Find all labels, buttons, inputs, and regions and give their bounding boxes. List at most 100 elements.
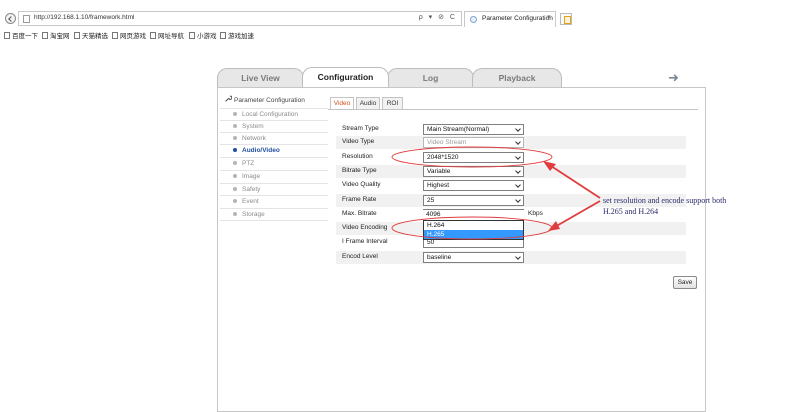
chevron-down-icon: [515, 182, 521, 188]
tab-label: Audio: [359, 100, 377, 107]
video-encoding-option-h265[interactable]: H.265: [424, 230, 523, 239]
sidebar-item-system[interactable]: System: [220, 120, 328, 132]
favorite-link[interactable]: 百度一下: [4, 30, 38, 40]
favorite-label: 网址导航: [158, 33, 184, 40]
encod-level-row: Encod Level baseline: [336, 251, 686, 264]
favorite-link[interactable]: 天猫精选: [74, 30, 108, 40]
favorite-label: 淘宝网: [50, 33, 70, 40]
encod-level-label: Encod Level: [342, 253, 378, 260]
video-quality-value: Highest: [427, 182, 450, 189]
max-bitrate-label: Max. Bitrate: [342, 210, 377, 217]
favorite-label: 天猫精选: [82, 33, 108, 40]
video-type-row: Video Type Video Stream: [336, 136, 686, 149]
bitrate-type-select[interactable]: Variable: [423, 166, 524, 177]
sidebar-item-network[interactable]: Network: [220, 132, 328, 144]
resolution-label: Resolution: [342, 153, 373, 160]
stream-type-row: Stream Type Main Stream(Normal): [336, 123, 686, 136]
resolution-select[interactable]: 2048*1520: [423, 152, 524, 163]
favorite-label: 网页游戏: [120, 33, 146, 40]
sidebar-item-label: Safety: [242, 186, 261, 193]
sidebar-item-label: Network: [242, 135, 266, 142]
max-bitrate-unit: Kbps: [528, 210, 543, 217]
sidebar-item-label: Image: [242, 173, 261, 180]
bullet-icon: [233, 212, 237, 216]
stream-type-value: Main Stream(Normal): [427, 126, 490, 133]
sidebar-title-text: Parameter Configuration: [234, 97, 305, 104]
bitrate-type-label: Bitrate Type: [342, 167, 377, 174]
video-quality-row: Video Quality Highest: [336, 179, 686, 192]
page-icon: [112, 32, 118, 39]
frame-rate-select[interactable]: 25: [423, 195, 524, 206]
tab-configuration[interactable]: Configuration: [302, 67, 389, 87]
frame-rate-label: Frame Rate: [342, 196, 377, 203]
sidebar-item-local-configuration[interactable]: Local Configuration: [220, 108, 328, 120]
chevron-down-icon: [515, 154, 521, 160]
bullet-icon: [233, 112, 237, 116]
sidebar-item-ptz[interactable]: PTZ: [220, 157, 328, 169]
video-encoding-label: Video Encoding: [342, 224, 388, 231]
tab-label: Video: [333, 100, 351, 107]
sidebar-item-event[interactable]: Event: [220, 195, 328, 207]
page-icon: [23, 15, 30, 23]
sidebar-item-label: Event: [242, 198, 259, 205]
save-button[interactable]: Save: [673, 276, 697, 289]
sidebar-item-audio-video[interactable]: Audio/Video: [220, 144, 328, 156]
sidebar-item-label: System: [242, 123, 264, 130]
favorite-link[interactable]: 淘宝网: [42, 30, 70, 40]
bullet-icon: [233, 124, 237, 128]
page-icon: [4, 32, 10, 39]
bullet-icon: [233, 174, 237, 178]
video-type-label: Video Type: [342, 138, 375, 145]
new-tab-icon[interactable]: [560, 13, 572, 25]
favorite-link[interactable]: 网页游戏: [112, 30, 146, 40]
favorite-link[interactable]: 小游戏: [189, 30, 217, 40]
video-encoding-option-h264[interactable]: H.264: [424, 221, 523, 230]
favorite-label: 游戏加速: [228, 33, 254, 40]
resolution-row: Resolution 2048*1520: [336, 151, 686, 164]
page-icon: [220, 32, 226, 39]
favorite-link[interactable]: 网址导航: [150, 30, 184, 40]
video-settings-panel: Video Audio ROI Stream Type Main Stream(…: [328, 96, 698, 406]
sidebar-item-image[interactable]: Image: [220, 170, 328, 182]
sidebar-item-label: Audio/Video: [242, 147, 280, 154]
tab-roi[interactable]: ROI: [382, 97, 403, 109]
sidebar-item-storage[interactable]: Storage: [220, 208, 328, 220]
sidebar-item-safety[interactable]: Safety: [220, 183, 328, 195]
url-field[interactable]: http://192.168.1.10/framework.html ρ ▾ ⊘…: [18, 11, 462, 26]
close-tab-icon[interactable]: ×: [547, 14, 551, 21]
i-frame-interval-label: I Frame Interval: [342, 238, 388, 245]
stream-type-select[interactable]: Main Stream(Normal): [423, 124, 524, 135]
sidebar-item-label: Local Configuration: [242, 111, 299, 118]
page-icon: [150, 32, 156, 39]
chevron-down-icon: [515, 197, 521, 203]
favorites-bar: 百度一下 淘宝网 天猫精选 网页游戏 网址导航 小游戏 游戏加速: [0, 30, 800, 42]
bullet-icon: [233, 187, 237, 191]
video-encoding-dropdown-list[interactable]: H.264 H.265: [423, 220, 524, 240]
encod-level-select[interactable]: baseline: [423, 252, 524, 263]
bullet-icon: [233, 148, 237, 152]
chevron-down-icon: [515, 126, 521, 132]
tab-label: ROI: [386, 100, 399, 107]
page-icon: [189, 32, 195, 39]
save-button-label: Save: [677, 279, 693, 286]
encod-level-value: baseline: [427, 254, 452, 261]
video-quality-label: Video Quality: [342, 181, 381, 188]
tab-audio[interactable]: Audio: [356, 97, 380, 109]
sidebar-item-label: PTZ: [242, 160, 255, 167]
browser-tab[interactable]: Parameter Configuration ×: [464, 11, 556, 27]
video-quality-select[interactable]: Highest: [423, 180, 524, 191]
bullet-icon: [233, 136, 237, 140]
back-icon[interactable]: [5, 13, 16, 24]
max-bitrate-input[interactable]: 4096: [423, 209, 524, 220]
tab-favicon-icon: [470, 16, 477, 23]
chevron-down-icon: [515, 254, 521, 260]
tab-label: Configuration: [317, 72, 374, 82]
url-controls[interactable]: ρ ▾ ⊘ C: [419, 13, 457, 21]
sidebar-item-label: Storage: [242, 211, 265, 218]
i-frame-interval-value: 50: [427, 239, 435, 246]
favorite-link[interactable]: 游戏加速: [220, 30, 254, 40]
sidebar: Parameter Configuration Local Configurat…: [220, 91, 328, 411]
tab-video[interactable]: Video: [330, 97, 354, 109]
subtab-divider: [328, 109, 698, 110]
stream-type-label: Stream Type: [342, 125, 379, 132]
